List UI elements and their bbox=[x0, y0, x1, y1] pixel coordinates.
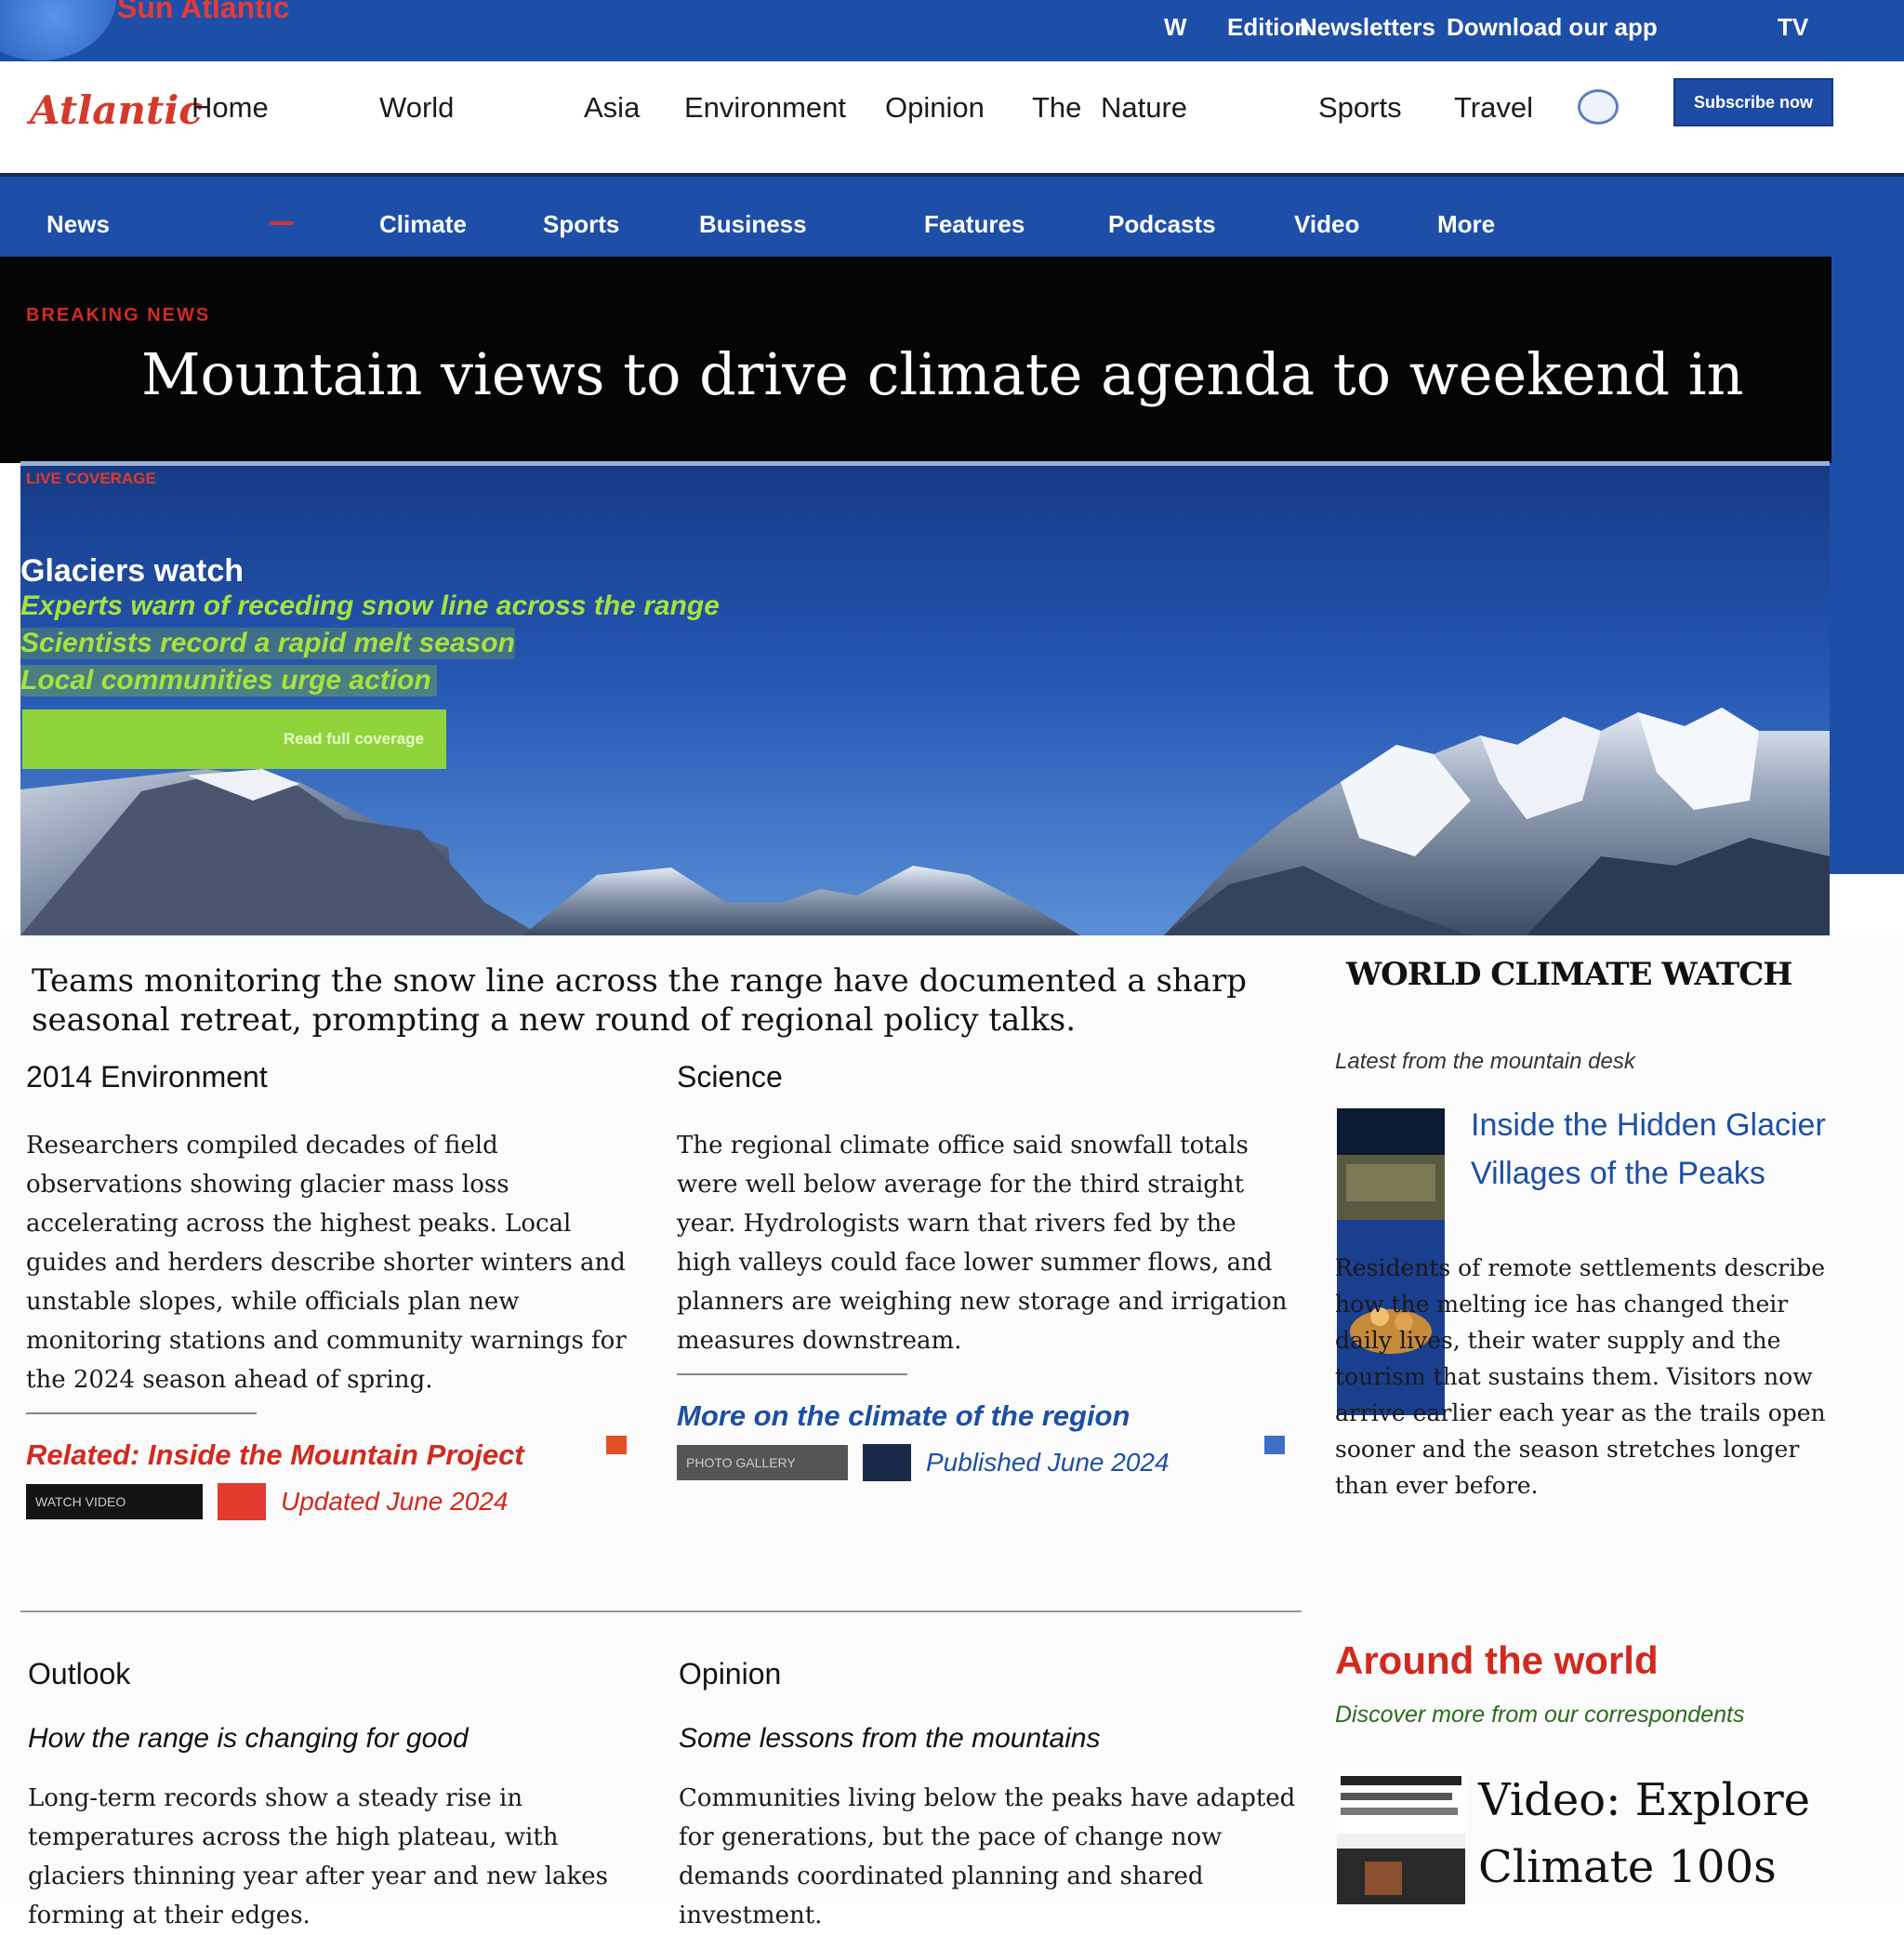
section-news[interactable]: News bbox=[46, 210, 110, 239]
hero-headline-band: BREAKING NEWS Mountain views to drive cl… bbox=[0, 257, 1831, 463]
content-area: Teams monitoring the snow line across th… bbox=[0, 935, 1904, 1929]
hero-label: Glaciers watch bbox=[20, 553, 245, 589]
sidebar-promo[interactable]: Around the world bbox=[1335, 1638, 1659, 1683]
story-kicker: Outlook bbox=[28, 1657, 131, 1690]
sidebar-subtitle: Latest from the mountain desk bbox=[1335, 1049, 1635, 1074]
search-icon[interactable] bbox=[1578, 89, 1619, 125]
brand-name[interactable]: Sun Atlantic bbox=[117, 0, 289, 25]
utility-link-newsletters[interactable]: Newsletters bbox=[1300, 13, 1435, 42]
site-logo[interactable]: Atlantic bbox=[30, 87, 203, 133]
utility-link-w[interactable]: W bbox=[1164, 13, 1187, 42]
nav-the[interactable]: The bbox=[1032, 91, 1081, 125]
section-nav: News Climate Sports Business Features Po… bbox=[0, 177, 1904, 257]
video-play-icon[interactable] bbox=[218, 1483, 266, 1520]
nav-world[interactable]: World bbox=[379, 91, 454, 125]
utility-bar: Sun Atlantic W Edition Newsletters Downl… bbox=[0, 0, 1904, 61]
story-card: Opinion Some lessons from the mountains … bbox=[679, 1657, 1300, 1935]
section-features[interactable]: Features bbox=[924, 210, 1025, 239]
section-video[interactable]: Video bbox=[1294, 210, 1359, 239]
story-body: Researchers compiled decades of field ob… bbox=[26, 1132, 627, 1394]
story-media-badge[interactable]: PHOTO GALLERY bbox=[677, 1445, 848, 1480]
story-related-link[interactable]: Related: Inside the Mountain Project bbox=[26, 1438, 647, 1472]
camera-icon[interactable] bbox=[863, 1444, 911, 1481]
story-kicker: Opinion bbox=[679, 1657, 782, 1690]
story-deck[interactable]: How the range is changing for good bbox=[28, 1723, 649, 1755]
story-date: Published June 2024 bbox=[926, 1448, 1170, 1477]
section-business[interactable]: Business bbox=[699, 210, 807, 239]
site-header: Atlantic Home World Asia Environment Opi… bbox=[0, 61, 1904, 177]
hero-image[interactable]: LIVE COVERAGE Glaciers watch Experts war… bbox=[20, 466, 1830, 935]
story-related-link[interactable]: More on the climate of the region bbox=[677, 1399, 1298, 1433]
nav-home[interactable]: Home bbox=[192, 91, 269, 125]
mountain-illustration bbox=[20, 708, 1830, 935]
story-kicker: 2014 Environment bbox=[26, 1060, 268, 1093]
hero-image-kicker: LIVE COVERAGE bbox=[26, 470, 156, 487]
section-climate[interactable]: Climate bbox=[379, 210, 467, 239]
nav-sports[interactable]: Sports bbox=[1318, 91, 1402, 125]
sidebar-title: WORLD CLIMATE WATCH bbox=[1346, 956, 1792, 993]
story-divider bbox=[26, 1412, 257, 1414]
active-indicator bbox=[270, 221, 294, 225]
story-body: Communities living below the peaks have … bbox=[679, 1784, 1296, 1929]
page-backdrop bbox=[1830, 257, 1904, 874]
hero-headline[interactable]: Mountain views to drive climate agenda t… bbox=[141, 340, 1744, 408]
section-more[interactable]: More bbox=[1437, 210, 1495, 239]
section-podcasts[interactable]: Podcasts bbox=[1108, 210, 1216, 239]
sidebar-body: Residents of remote settlements describe… bbox=[1335, 1254, 1826, 1499]
globe-icon bbox=[0, 0, 116, 60]
video-thumbnail[interactable] bbox=[1337, 1769, 1465, 1904]
story-media-badge[interactable]: WATCH VIDEO bbox=[26, 1484, 203, 1519]
utility-link-edition[interactable]: Edition bbox=[1227, 13, 1309, 42]
hero-kicker: BREAKING NEWS bbox=[26, 305, 211, 325]
lead-summary: Teams monitoring the snow line across th… bbox=[32, 962, 1248, 1039]
story-card: Science The regional climate office said… bbox=[677, 1060, 1298, 1481]
story-body: Long-term records show a steady rise in … bbox=[28, 1784, 609, 1929]
video-thumbnail-image bbox=[1337, 1769, 1465, 1904]
sidebar-video-title[interactable]: Video: Explore Climate 100s bbox=[1478, 1767, 1850, 1901]
utility-link-tv[interactable]: TV bbox=[1778, 13, 1808, 42]
nav-travel[interactable]: Travel bbox=[1454, 91, 1533, 125]
utility-link-app[interactable]: Download our app bbox=[1447, 13, 1658, 42]
section-sports[interactable]: Sports bbox=[543, 210, 619, 239]
bookmark-icon[interactable] bbox=[1264, 1436, 1285, 1454]
story-card: Outlook How the range is changing for go… bbox=[28, 1657, 649, 1935]
sidebar-promo-subtitle: Discover more from our correspondents bbox=[1335, 1702, 1745, 1728]
bookmark-icon[interactable] bbox=[606, 1436, 627, 1454]
nav-nature[interactable]: Nature bbox=[1101, 91, 1187, 125]
nav-asia[interactable]: Asia bbox=[584, 91, 640, 125]
section-divider bbox=[20, 1610, 1302, 1612]
nav-opinion[interactable]: Opinion bbox=[885, 91, 985, 125]
story-date: Updated June 2024 bbox=[281, 1487, 509, 1516]
story-deck[interactable]: Some lessons from the mountains bbox=[679, 1723, 1300, 1755]
subscribe-button[interactable]: Subscribe now bbox=[1673, 78, 1833, 126]
hero-cta-button[interactable]: Read full coverage bbox=[22, 709, 446, 769]
hero-line: Scientists record a rapid melt season bbox=[20, 628, 515, 659]
story-kicker: Science bbox=[677, 1060, 783, 1093]
story-card: 2014 Environment Researchers compiled de… bbox=[26, 1060, 647, 1520]
sidebar-headline[interactable]: Inside the Hidden Glacier Villages of th… bbox=[1471, 1101, 1843, 1198]
hero-line: Experts warn of receding snow line acros… bbox=[20, 590, 720, 621]
nav-environment[interactable]: Environment bbox=[684, 91, 846, 125]
hero-line: Local communities urge action bbox=[20, 665, 437, 696]
story-divider bbox=[677, 1373, 907, 1375]
story-body: The regional climate office said snowfal… bbox=[677, 1132, 1288, 1355]
